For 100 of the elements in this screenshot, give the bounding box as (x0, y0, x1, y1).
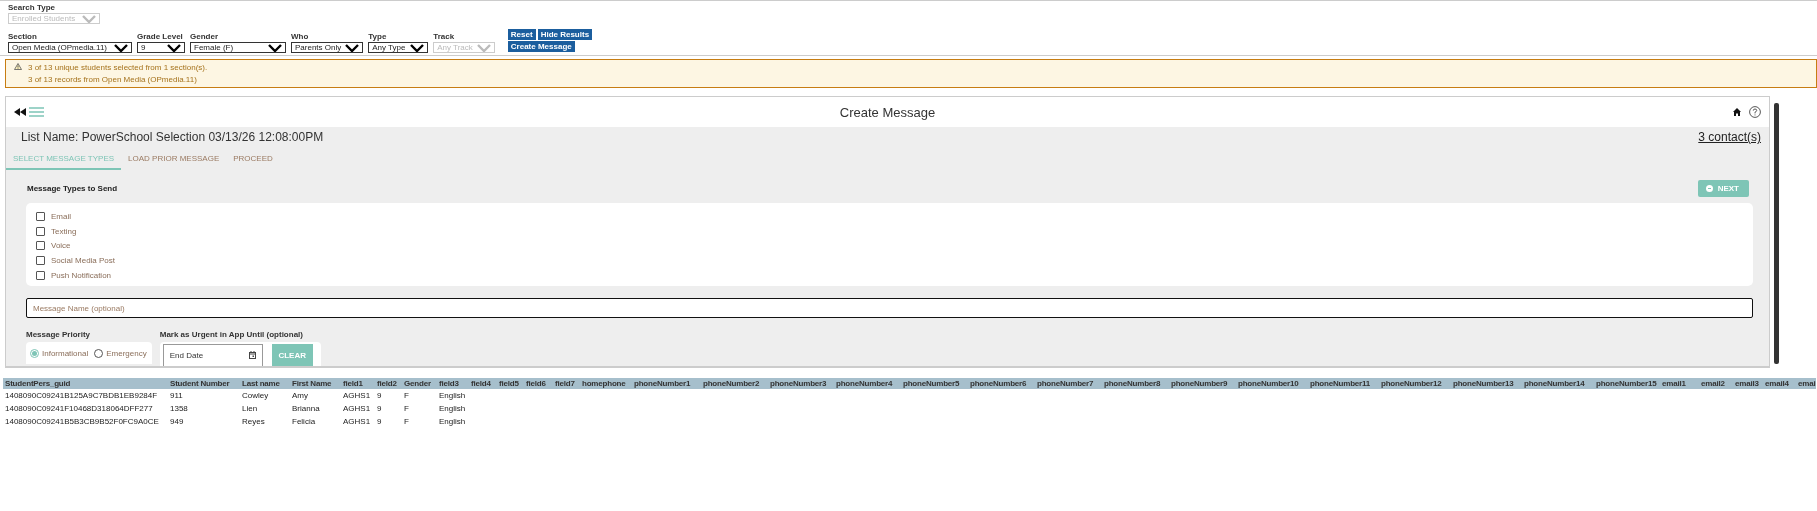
filter-button[interactable]: Create Message (507, 41, 575, 52)
column-header: Student Number (168, 378, 240, 390)
filter-label: Search Type (8, 3, 56, 13)
warning-icon (14, 63, 22, 70)
column-header: field2 (375, 378, 402, 390)
table-cell: Cowley (240, 389, 290, 403)
message-name-field[interactable]: Message Name (optional) (26, 298, 1753, 319)
table-cell-text: Reyes (241, 416, 266, 429)
column-header: email2 (1699, 378, 1733, 390)
field-label: Message Priority (26, 330, 92, 340)
radio-button[interactable] (94, 348, 104, 358)
column-header: Last name (240, 378, 290, 390)
checkbox-label: Social Media Post (51, 255, 116, 265)
checkbox-label: Texting (51, 226, 77, 236)
column-header: phoneNumber11 (1308, 378, 1379, 390)
end-date-field[interactable]: End Date (162, 344, 263, 367)
double-back-icon[interactable] (14, 108, 26, 116)
column-header: emai (1796, 378, 1816, 390)
table-cell: F (402, 389, 437, 403)
table-cell-text: F (403, 416, 410, 429)
column-header: First Name (290, 378, 341, 390)
table-cell-text: 949 (169, 416, 185, 429)
section-title: Message Types to Send (27, 184, 118, 193)
column-header: phoneNumber5 (901, 378, 968, 390)
chevron-down-icon (114, 43, 128, 52)
filter-select[interactable]: Female (F) (190, 42, 286, 53)
checkbox[interactable] (36, 226, 45, 236)
table-cell-text: English (438, 403, 467, 416)
table-cell-text: AGHS1 (342, 403, 372, 416)
filter-label: Section (8, 32, 38, 42)
help-icon[interactable] (1749, 106, 1761, 118)
column-header: field5 (497, 378, 524, 390)
column-header: phoneNumber14 (1522, 378, 1594, 390)
checkbox[interactable] (36, 255, 45, 265)
filter-label: Grade Level (137, 32, 184, 42)
radio-label: Informational (42, 348, 89, 358)
column-header: phoneNumber6 (968, 378, 1035, 390)
column-header: phoneNumber13 (1451, 378, 1522, 390)
checkbox-label: Email (51, 211, 71, 221)
filter-label: Type (368, 32, 388, 42)
checkbox[interactable] (36, 211, 45, 221)
alert-text: 3 of 13 unique students selected from 1 section(s). (28, 63, 208, 72)
filter-select[interactable]: Parents Only (291, 42, 364, 53)
filter-button[interactable]: Reset (507, 29, 536, 40)
filter-select[interactable]: Any Type (368, 42, 429, 53)
filter-select[interactable]: 9 (137, 42, 185, 53)
radio-label: Emergency (106, 348, 147, 358)
chevron-down-icon (82, 14, 96, 23)
table-cell: 911 (168, 389, 240, 403)
table-cell: English (437, 389, 469, 403)
chevron-down-icon (476, 43, 491, 52)
step-tab[interactable]: LOAD PRIOR MESSAGE (121, 149, 227, 170)
step-tab[interactable]: PROCEED (226, 149, 280, 170)
chevron-down-icon (268, 43, 282, 52)
table-cell-text: 1408090C09241B5B3CB9B52F0FC9A0CE (4, 416, 160, 429)
filter-label: Track (433, 32, 456, 42)
table-cell: AGHS1 (341, 389, 375, 403)
column-header: phoneNumber12 (1379, 378, 1451, 390)
checkbox[interactable] (36, 270, 45, 280)
chevron-down-icon (345, 43, 360, 52)
column-header: phoneNumber15 (1594, 378, 1660, 390)
column-header: phoneNumber10 (1236, 378, 1308, 390)
scrollbar[interactable] (1774, 103, 1779, 365)
column-header: field1 (341, 378, 375, 390)
table-cell-text: 9 (376, 416, 383, 429)
field-label: Mark as Urgent in App Until (optional) (159, 330, 304, 340)
chevron-down-icon (410, 43, 425, 52)
column-header: phoneNumber4 (834, 378, 901, 390)
calendar-icon[interactable] (248, 351, 256, 360)
minus-circle-icon (1705, 185, 1713, 192)
table-cell: Amy (290, 389, 341, 403)
list-name: List Name: PowerSchool Selection 03/13/26 12:08:00PM (21, 130, 324, 144)
table-cell: 9 (375, 389, 402, 403)
column-header: phoneNumber1 (632, 378, 701, 390)
filter-button[interactable]: Hide Results (537, 29, 593, 40)
column-header: field3 (437, 378, 469, 390)
filter-label: Who (291, 32, 310, 42)
table-cell-text: Brianna (291, 403, 321, 416)
table-cell-text: 9 (376, 403, 383, 416)
radio-button[interactable] (30, 348, 39, 358)
table-cell: 1408090C09241B125A9C7BDB1EB9284F (3, 389, 168, 403)
page-title: Create Message (838, 104, 937, 120)
column-header: homephone (580, 378, 632, 390)
column-header: phoneNumber8 (1102, 378, 1169, 390)
column-header: phoneNumber2 (701, 378, 768, 390)
column-header: Gender (402, 378, 437, 390)
checkbox-label: Voice (51, 241, 71, 251)
column-header: phoneNumber9 (1169, 378, 1236, 390)
contacts-link[interactable]: 3 contact(s) (1698, 130, 1761, 144)
column-header: StudentPers_guid (3, 378, 168, 390)
home-icon[interactable] (1733, 108, 1741, 116)
filter-select[interactable]: Open Media (OPmedia.11) (8, 42, 132, 53)
column-header: phoneNumber3 (768, 378, 834, 390)
checkbox[interactable] (36, 241, 45, 251)
table-cell-text: Lien (241, 403, 259, 416)
column-header: field7 (553, 378, 580, 390)
column-header: email4 (1763, 378, 1796, 390)
checkbox-label: Push Notification (51, 270, 112, 280)
table-cell-text: AGHS1 (342, 416, 372, 429)
column-header: phoneNumber7 (1035, 378, 1102, 390)
